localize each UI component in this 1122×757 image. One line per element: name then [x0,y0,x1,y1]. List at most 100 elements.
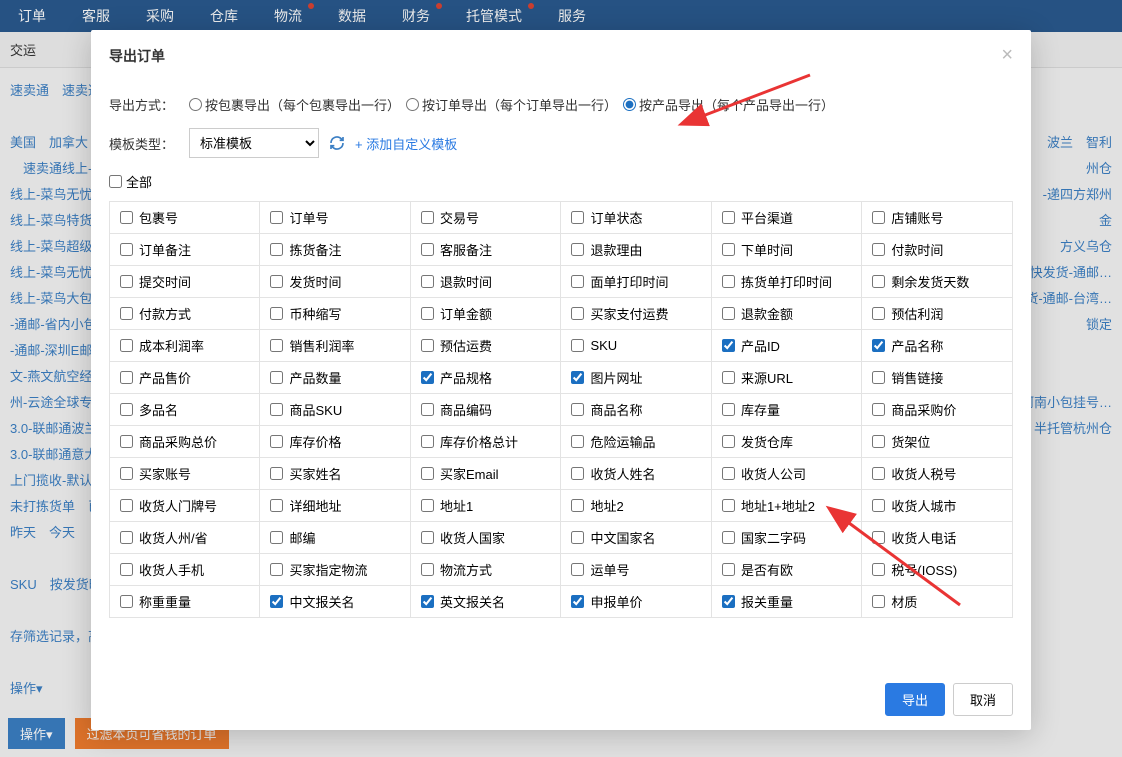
field-checkbox[interactable]: 详细地址 [270,496,399,515]
field-checkbox[interactable]: 订单状态 [571,208,700,227]
field-checkbox[interactable]: 提交时间 [120,272,249,291]
field-checkbox[interactable]: 买家账号 [120,464,249,483]
field-checkbox[interactable]: 交易号 [421,208,550,227]
field-checkbox[interactable]: 买家支付运费 [571,304,700,323]
field-checkbox[interactable]: 来源URL [722,368,851,387]
field-checkbox[interactable]: 商品名称 [571,400,700,419]
field-checkbox[interactable]: 预估利润 [872,304,1002,323]
field-checkbox[interactable]: 中文报关名 [270,592,399,611]
field-checkbox[interactable]: 产品数量 [270,368,399,387]
field-checkbox[interactable]: 收货人姓名 [571,464,700,483]
field-checkbox[interactable]: 订单金额 [421,304,550,323]
field-checkbox[interactable]: 订单备注 [120,240,249,259]
field-checkbox[interactable]: 国家二字码 [722,528,851,547]
field-checkbox[interactable]: 发货时间 [270,272,399,291]
field-checkbox[interactable]: 平台渠道 [722,208,851,227]
select-all-label: 全部 [126,172,152,191]
field-checkbox[interactable]: 危险运输品 [571,432,700,451]
export-method-radio[interactable]: 按产品导出（每个产品导出一行） [623,95,834,114]
field-checkbox[interactable]: 商品编码 [421,400,550,419]
field-checkbox[interactable]: 英文报关名 [421,592,550,611]
close-icon[interactable]: × [1001,44,1013,67]
field-checkbox[interactable]: 成本利润率 [120,336,249,355]
field-label: 包裹号 [139,208,178,227]
field-checkbox[interactable]: 材质 [872,592,1002,611]
field-checkbox[interactable]: 销售链接 [872,368,1002,387]
field-checkbox[interactable]: 商品采购总价 [120,432,249,451]
field-checkbox[interactable]: 中文国家名 [571,528,700,547]
field-checkbox[interactable]: 下单时间 [722,240,851,259]
field-label: 发货时间 [289,272,341,291]
field-checkbox[interactable]: 买家姓名 [270,464,399,483]
refresh-icon[interactable] [329,135,345,151]
cancel-button[interactable]: 取消 [953,683,1013,716]
field-label: 面单打印时间 [590,272,668,291]
field-checkbox[interactable]: 销售利润率 [270,336,399,355]
field-checkbox[interactable]: 买家指定物流 [270,560,399,579]
field-checkbox[interactable]: 收货人公司 [722,464,851,483]
field-checkbox[interactable]: 付款时间 [872,240,1002,259]
field-checkbox[interactable]: 客服备注 [421,240,550,259]
field-checkbox[interactable]: 商品SKU [270,400,399,419]
field-label: 中文报关名 [289,592,354,611]
select-all-checkbox[interactable]: 全部 [109,172,1013,191]
field-checkbox[interactable]: 商品采购价 [872,400,1002,419]
field-checkbox[interactable]: 币种缩写 [270,304,399,323]
field-label: 买家姓名 [289,464,341,483]
field-checkbox[interactable]: 收货人手机 [120,560,249,579]
field-checkbox[interactable]: 库存价格 [270,432,399,451]
field-checkbox[interactable]: 产品规格 [421,368,550,387]
field-checkbox[interactable]: 面单打印时间 [571,272,700,291]
export-button[interactable]: 导出 [885,683,945,716]
field-checkbox[interactable]: 包裹号 [120,208,249,227]
field-checkbox[interactable]: 买家Email [421,464,550,483]
field-checkbox[interactable]: 库存价格总计 [421,432,550,451]
field-checkbox[interactable]: 税号(IOSS) [872,560,1002,579]
field-checkbox[interactable]: 付款方式 [120,304,249,323]
field-checkbox[interactable]: 发货仓库 [722,432,851,451]
field-checkbox[interactable]: 收货人税号 [872,464,1002,483]
field-checkbox[interactable]: 申报单价 [571,592,700,611]
field-label: 买家支付运费 [590,304,668,323]
field-label: 收货人门牌号 [139,496,217,515]
field-checkbox[interactable]: 库存量 [722,400,851,419]
field-checkbox[interactable]: 货架位 [872,432,1002,451]
field-checkbox[interactable]: 收货人州/省 [120,528,249,547]
field-checkbox[interactable]: 物流方式 [421,560,550,579]
field-checkbox[interactable]: 退款时间 [421,272,550,291]
field-checkbox[interactable]: 地址1 [421,496,550,515]
field-checkbox[interactable]: 预估运费 [421,336,550,355]
field-checkbox[interactable]: 称重重量 [120,592,249,611]
field-checkbox[interactable]: 退款理由 [571,240,700,259]
field-checkbox[interactable]: 拣货单打印时间 [722,272,851,291]
field-checkbox[interactable]: SKU [571,338,700,353]
field-checkbox[interactable]: 订单号 [270,208,399,227]
field-checkbox[interactable]: 收货人城市 [872,496,1002,515]
field-checkbox[interactable]: 产品名称 [872,336,1002,355]
field-checkbox[interactable]: 店铺账号 [872,208,1002,227]
field-label: 付款方式 [139,304,191,323]
export-method-radio[interactable]: 按包裹导出（每个包裹导出一行） [189,95,400,114]
field-label: 订单状态 [590,208,642,227]
field-checkbox[interactable]: 产品售价 [120,368,249,387]
field-checkbox[interactable]: 收货人国家 [421,528,550,547]
field-checkbox[interactable]: 是否有欧 [722,560,851,579]
field-checkbox[interactable]: 拣货备注 [270,240,399,259]
field-checkbox[interactable]: 运单号 [571,560,700,579]
field-checkbox[interactable]: 产品ID [722,336,851,355]
field-checkbox[interactable]: 收货人门牌号 [120,496,249,515]
field-checkbox[interactable]: 地址1+地址2 [722,496,851,515]
field-checkbox[interactable]: 多品名 [120,400,249,419]
field-checkbox[interactable]: 邮编 [270,528,399,547]
field-label: 多品名 [139,400,178,419]
template-select[interactable]: 标准模板 [189,128,319,158]
field-checkbox[interactable]: 图片网址 [571,368,700,387]
field-checkbox[interactable]: 剩余发货天数 [872,272,1002,291]
field-checkbox[interactable]: 地址2 [571,496,700,515]
add-template-link[interactable]: + 添加自定义模板 [355,134,457,153]
export-method-radio[interactable]: 按订单导出（每个订单导出一行） [406,95,617,114]
field-checkbox[interactable]: 收货人电话 [872,528,1002,547]
field-checkbox[interactable]: 退款金额 [722,304,851,323]
field-label: 商品采购总价 [139,432,217,451]
field-checkbox[interactable]: 报关重量 [722,592,851,611]
